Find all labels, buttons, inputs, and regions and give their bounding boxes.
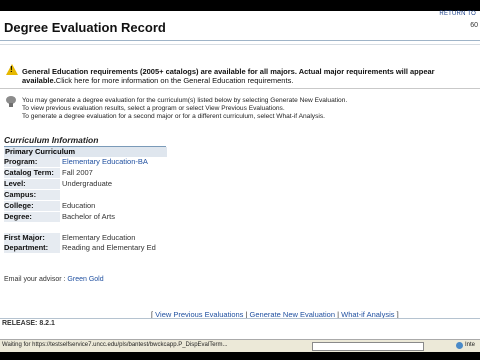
page-number: 60 bbox=[470, 22, 478, 29]
browser-top-band bbox=[0, 0, 480, 11]
browser-status-bar: Waiting for https://testselfservice7.unc… bbox=[0, 339, 480, 352]
instruction-line-1: You may generate a degree evaluation for… bbox=[22, 97, 348, 104]
catalog-term-value: Fall 2007 bbox=[62, 168, 93, 177]
warning-icon bbox=[6, 64, 18, 75]
primary-curriculum-header: Primary Curriculum bbox=[4, 147, 167, 157]
program-link[interactable]: Elementary Education-BA bbox=[62, 157, 148, 167]
browser-bottom-band bbox=[0, 352, 480, 360]
internet-zone-icon bbox=[456, 342, 463, 349]
first-major-row: First Major: Elementary Education bbox=[4, 233, 174, 243]
campus-label: Campus: bbox=[4, 190, 60, 200]
college-row: College: Education bbox=[4, 201, 174, 211]
advisor-email: Email your advisor : Green Gold bbox=[4, 276, 104, 283]
advisor-email-link[interactable]: Green Gold bbox=[67, 276, 103, 283]
info-icon bbox=[6, 96, 16, 107]
college-value: Education bbox=[62, 201, 96, 210]
title-divider-secondary bbox=[0, 44, 480, 45]
department-value: Reading and Elementary Ed bbox=[62, 243, 156, 252]
level-label: Level: bbox=[4, 179, 60, 189]
instruction-line-3: To generate a degree evaluation for a se… bbox=[22, 113, 325, 120]
warning-bold-text: General Education requirements (2005+ ca… bbox=[22, 67, 435, 76]
level-row: Level: Undergraduate bbox=[4, 179, 174, 189]
return-link[interactable]: RETURN TO bbox=[439, 11, 476, 17]
gen-ed-warning: General Education requirements (2005+ ca… bbox=[22, 67, 480, 85]
loading-progress-bar bbox=[312, 342, 424, 351]
program-label: Program: bbox=[4, 157, 60, 167]
catalog-term-label: Catalog Term: bbox=[4, 168, 60, 178]
degree-row: Degree: Bachelor of Arts bbox=[4, 212, 174, 222]
degree-label: Degree: bbox=[4, 212, 60, 222]
department-label: Department: bbox=[4, 243, 60, 253]
college-label: College: bbox=[4, 201, 60, 211]
title-divider bbox=[0, 40, 480, 41]
degree-value: Bachelor of Arts bbox=[62, 212, 115, 221]
security-zone-label: Inte bbox=[465, 342, 476, 348]
footer-divider bbox=[0, 318, 480, 319]
gen-ed-info-link[interactable]: Click here for more information on the G… bbox=[56, 76, 294, 85]
first-major-value: Elementary Education bbox=[62, 233, 136, 242]
advisor-label: Email your advisor : bbox=[4, 276, 68, 283]
program-row: Program: Elementary Education-BA bbox=[4, 157, 174, 167]
first-major-label: First Major: bbox=[4, 233, 60, 243]
warning-bold-tail: available. bbox=[22, 76, 56, 85]
evaluation-instructions: You may generate a degree evaluation for… bbox=[22, 97, 347, 121]
level-value: Undergraduate bbox=[62, 179, 113, 188]
curriculum-section-title: Curriculum Information bbox=[4, 135, 99, 145]
campus-row: Campus: bbox=[4, 190, 174, 200]
status-text: Waiting for https://testselfservice7.unc… bbox=[2, 342, 228, 348]
catalog-term-row: Catalog Term: Fall 2007 bbox=[4, 168, 174, 178]
page-title: Degree Evaluation Record bbox=[4, 20, 166, 35]
instruction-line-2: To view previous evaluation results, sel… bbox=[22, 105, 285, 112]
release-label: RELEASE: 8.2.1 bbox=[2, 320, 55, 327]
department-row: Department: Reading and Elementary Ed bbox=[4, 243, 174, 253]
warning-divider bbox=[0, 88, 480, 89]
